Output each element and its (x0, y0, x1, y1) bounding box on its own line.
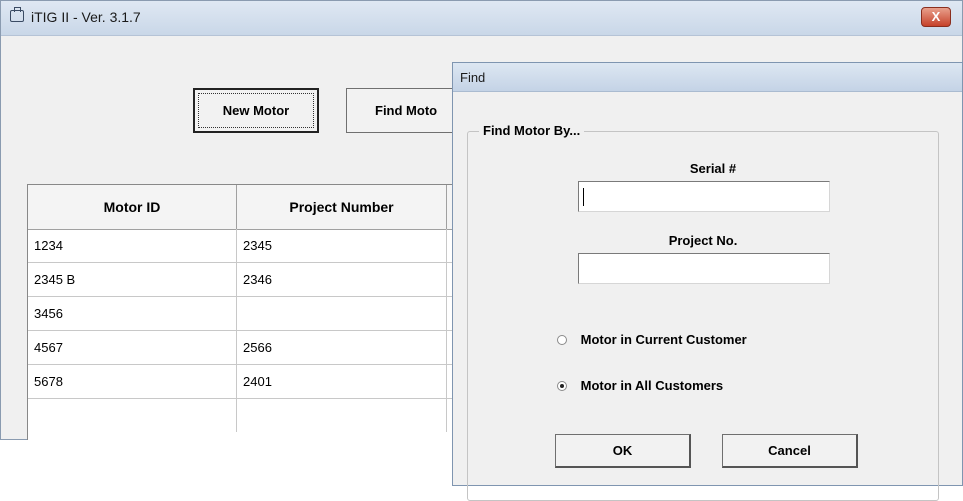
cell-motor-id[interactable]: 3456 (28, 297, 237, 330)
project-label: Project No. (668, 233, 738, 248)
radio-all-customers[interactable]: Motor in All Customers (557, 377, 723, 393)
window-title: iTIG II - Ver. 3.1.7 (31, 9, 141, 25)
table-header: Motor ID Project Number (28, 185, 457, 230)
cancel-button[interactable]: Cancel (722, 434, 858, 468)
cell-motor-id[interactable]: 5678 (28, 365, 237, 398)
title-bar: iTIG II - Ver. 3.1.7 X (1, 1, 962, 36)
ok-button[interactable]: OK (555, 434, 691, 468)
table-row[interactable] (28, 399, 457, 433)
cell-motor-id[interactable]: 1234 (28, 229, 237, 262)
radio-all-label: Motor in All Customers (580, 378, 724, 394)
table-row[interactable]: 5678 2401 (28, 365, 457, 399)
radio-button-selected[interactable] (557, 380, 567, 391)
cell-motor-id[interactable]: 4567 (28, 331, 237, 364)
app-window-icon (10, 7, 24, 22)
radio-current-customer[interactable]: Motor in Current Customer (557, 331, 747, 347)
project-input[interactable] (578, 253, 830, 284)
radio-current-label: Motor in Current Customer (580, 332, 747, 348)
cell-project-number[interactable] (237, 297, 447, 330)
cell-project-number[interactable]: 2566 (237, 331, 447, 364)
group-label: Find Motor By... (479, 123, 585, 138)
new-motor-label: New Motor (222, 103, 290, 118)
close-button[interactable]: X (921, 7, 951, 27)
cell-project-number[interactable] (237, 399, 447, 432)
column-header-project-number[interactable]: Project Number (237, 185, 447, 229)
cell-project-number[interactable]: 2346 (237, 263, 447, 296)
table-row[interactable]: 3456 l (28, 297, 457, 331)
cell-motor-id[interactable] (28, 399, 237, 432)
table-row[interactable]: 4567 2566 l (28, 331, 457, 365)
motor-table: Motor ID Project Number 1234 2345 l 2345… (27, 184, 457, 440)
find-motor-label: Find Moto (375, 103, 438, 118)
cell-project-number[interactable]: 2345 (237, 229, 447, 262)
text-caret (583, 188, 584, 206)
column-header-motor-id[interactable]: Motor ID (28, 185, 237, 229)
table-row[interactable]: 2345 B 2346 l (28, 263, 457, 297)
cell-motor-id[interactable]: 2345 B (28, 263, 237, 296)
find-dialog-title: Find (460, 70, 486, 85)
find-dialog-title-bar: Find (453, 63, 962, 92)
radio-button[interactable] (557, 334, 567, 345)
serial-label: Serial # (689, 161, 737, 176)
new-motor-button[interactable]: New Motor (193, 88, 319, 133)
find-dialog: Find Find Motor By... Serial # Project N… (452, 62, 963, 501)
cell-project-number[interactable]: 2401 (237, 365, 447, 398)
serial-input[interactable] (578, 181, 830, 212)
table-row[interactable]: 1234 2345 l (28, 229, 457, 263)
